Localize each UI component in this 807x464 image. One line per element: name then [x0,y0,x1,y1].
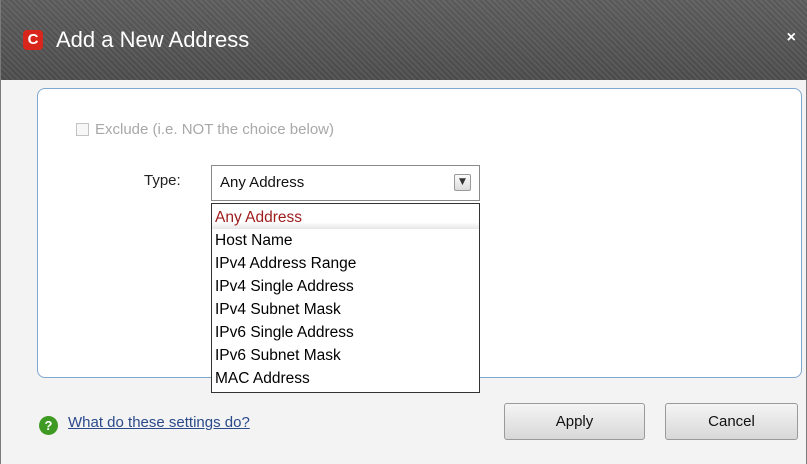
question-icon[interactable]: ? [39,416,58,435]
type-select-value: Any Address [220,174,305,191]
exclude-label: Exclude (i.e. NOT the choice below) [95,121,334,138]
app-logo-icon: C [23,30,43,50]
dropdown-option-host-name[interactable]: Host Name [212,229,479,252]
apply-button[interactable]: Apply [504,403,645,440]
dropdown-option-mac-address[interactable]: MAC Address [212,367,479,390]
dropdown-option-ipv4-address-range[interactable]: IPv4 Address Range [212,252,479,275]
chevron-down-icon[interactable]: ▼ [454,174,471,191]
close-icon[interactable]: × [787,28,796,48]
dropdown-option-ipv6-single-address[interactable]: IPv6 Single Address [212,321,479,344]
dropdown-option-ipv6-subnet-mask[interactable]: IPv6 Subnet Mask [212,344,479,367]
cancel-button[interactable]: Cancel [665,403,798,440]
dialog-window: C Add a New Address × Exclude (i.e. NOT … [0,0,807,464]
app-logo-letter: C [27,31,39,48]
title-bar[interactable]: C Add a New Address × [1,0,807,80]
help-link[interactable]: What do these settings do? [68,414,250,431]
dropdown-option-any-address[interactable]: Any Address [212,206,479,229]
type-dropdown-list: Any Address Host Name IPv4 Address Range… [211,203,480,393]
type-label: Type: [144,172,181,189]
exclude-option: Exclude (i.e. NOT the choice below) [76,121,334,138]
dropdown-option-ipv4-subnet-mask[interactable]: IPv4 Subnet Mask [212,298,479,321]
dropdown-option-ipv4-single-address[interactable]: IPv4 Single Address [212,275,479,298]
type-select[interactable]: Any Address ▼ [211,165,480,201]
exclude-checkbox [76,123,89,136]
dialog-title: Add a New Address [56,27,250,52]
